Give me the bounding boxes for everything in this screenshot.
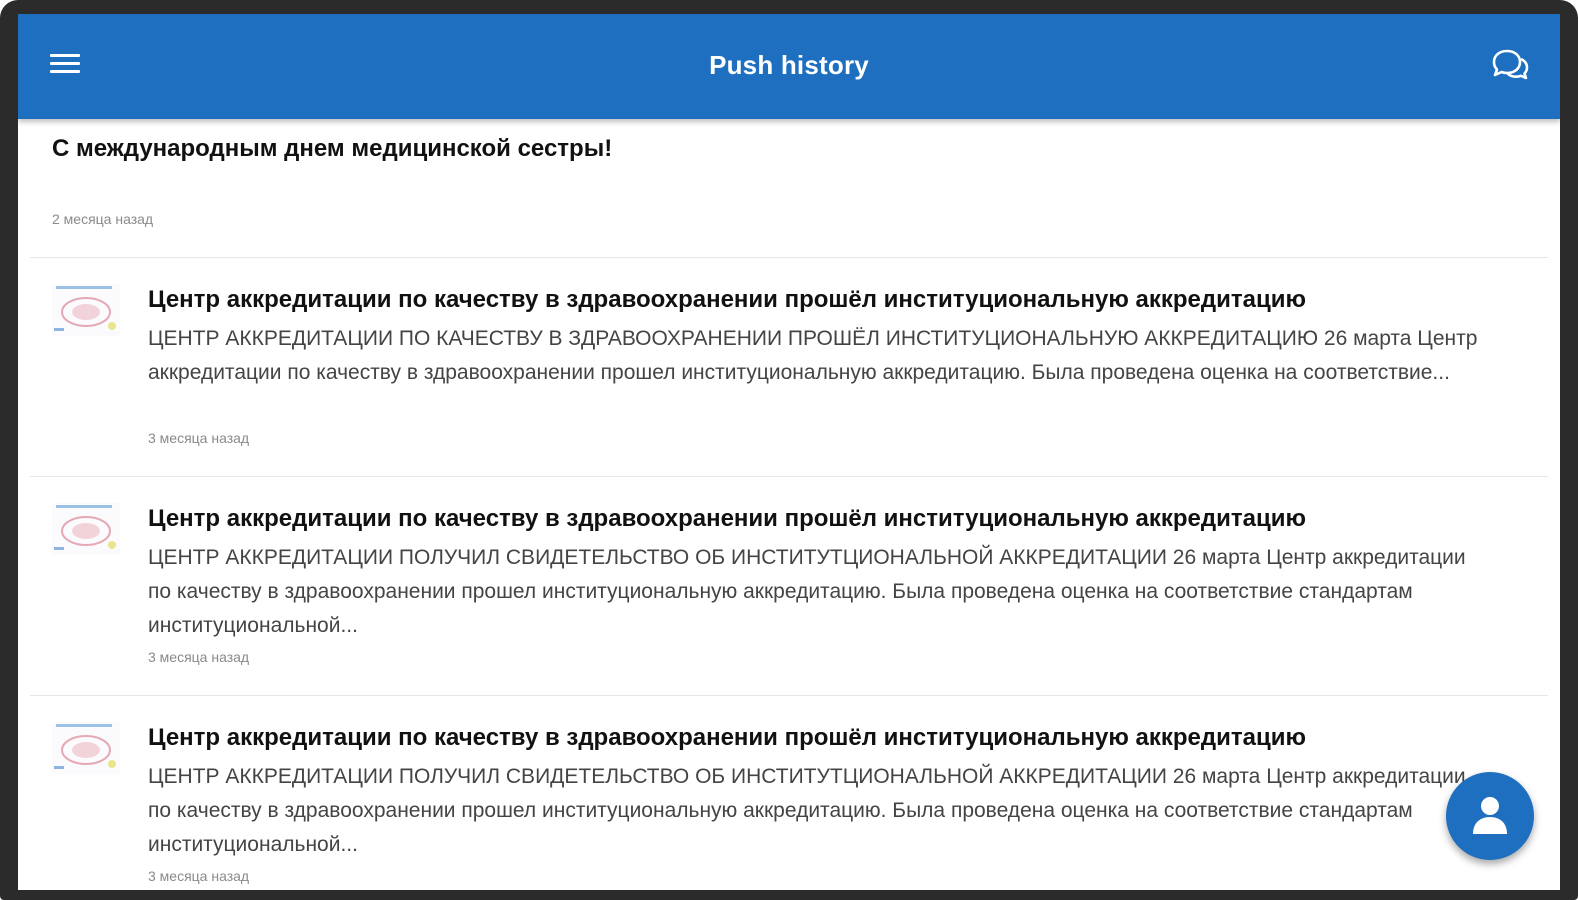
profile-fab-button[interactable] xyxy=(1446,772,1534,860)
item-title: Центр аккредитации по качеству в здравоо… xyxy=(148,724,1306,751)
person-icon xyxy=(1473,797,1507,834)
item-timestamp: 3 месяца назад xyxy=(148,868,250,884)
page-title: Push history xyxy=(709,50,869,80)
item-timestamp: 3 месяца назад xyxy=(148,430,250,446)
list-item[interactable]: Центр аккредитации по качеству в здравоо… xyxy=(30,258,1548,477)
list-item[interactable]: Центр аккредитации по качеству в здравоо… xyxy=(30,696,1548,890)
item-title: Центр аккредитации по качеству в здравоо… xyxy=(148,286,1306,313)
screen: Push history С международным днем медици… xyxy=(18,14,1560,890)
item-timestamp: 2 месяца назад xyxy=(52,211,154,227)
item-title: С международным днем медицинской сестры! xyxy=(52,135,613,162)
item-body: ЦЕНТР АККРЕДИТАЦИИ ПОЛУЧИЛ СВИДЕТЕЛЬСТВО… xyxy=(148,546,1466,637)
list-item[interactable]: Центр аккредитации по качеству в здравоо… xyxy=(30,477,1548,696)
item-title: Центр аккредитации по качеству в здравоо… xyxy=(148,505,1306,532)
app-bar: Push history xyxy=(18,14,1560,119)
item-body: ЦЕНТР АККРЕДИТАЦИИ ПОЛУЧИЛ СВИДЕТЕЛЬСТВО… xyxy=(148,765,1466,856)
device-frame: Push history С международным днем медици… xyxy=(0,0,1578,900)
news-thumbnail-image xyxy=(52,722,120,774)
news-thumbnail-image xyxy=(52,284,120,336)
news-thumbnail-image xyxy=(52,503,120,555)
item-body: ЦЕНТР АККРЕДИТАЦИИ ПО КАЧЕСТВУ В ЗДРАВОО… xyxy=(148,327,1478,384)
push-history-list[interactable]: С международным днем медицинской сестры!… xyxy=(18,119,1560,890)
list-item[interactable]: С международным днем медицинской сестры!… xyxy=(30,119,1548,258)
chat-bubbles-icon[interactable] xyxy=(1490,48,1530,84)
item-timestamp: 3 месяца назад xyxy=(148,649,250,665)
